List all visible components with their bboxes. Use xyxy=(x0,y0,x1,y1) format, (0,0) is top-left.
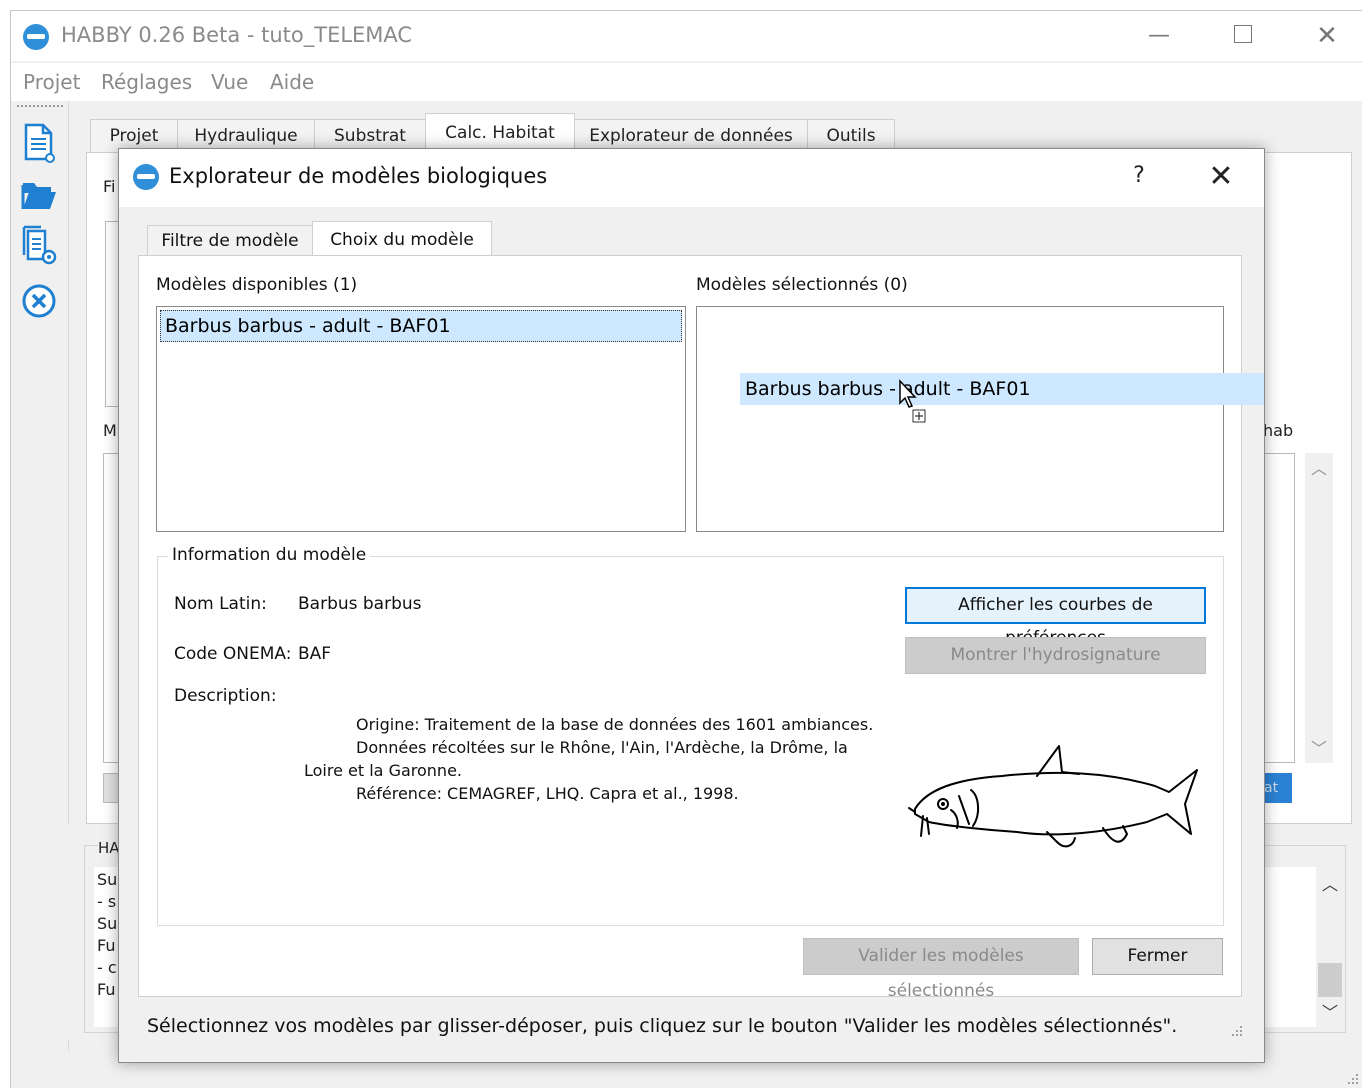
dialog-close-button[interactable]: ✕ xyxy=(1206,159,1236,194)
fish-illustration-icon xyxy=(908,745,1198,848)
menu-aide[interactable]: Aide xyxy=(270,70,314,94)
document-preview-icon[interactable] xyxy=(21,225,57,265)
description-line: Loire et la Garonne. xyxy=(304,761,462,780)
main-resize-grip-icon[interactable] xyxy=(1344,1072,1360,1086)
habby-logo-icon xyxy=(23,24,49,50)
selected-models-list[interactable] xyxy=(696,306,1224,532)
log-line: - c xyxy=(97,958,117,977)
log-title: HA xyxy=(98,839,120,857)
menu-vue[interactable]: Vue xyxy=(211,70,248,94)
close-dialog-button[interactable]: Fermer xyxy=(1092,938,1223,975)
log-scrollbar[interactable]: ︿ ﹀ xyxy=(1316,867,1344,1027)
drag-copy-icon xyxy=(912,409,926,423)
scroll-up-icon[interactable]: ︿ xyxy=(1305,455,1333,479)
window-title: HABBY 0.26 Beta - tuto_TELEMAC xyxy=(61,23,413,47)
close-circle-icon[interactable] xyxy=(21,281,57,321)
maximize-icon xyxy=(1234,25,1252,43)
scroll-up-icon[interactable]: ︿ xyxy=(1316,871,1344,895)
toolbar-grip[interactable] xyxy=(17,105,63,107)
new-document-icon[interactable] xyxy=(21,123,57,163)
description-label: Description: xyxy=(174,686,277,706)
dialog-title: Explorateur de modèles biologiques xyxy=(169,164,548,188)
log-line: Fu xyxy=(97,936,116,955)
main-titlebar: HABBY 0.26 Beta - tuto_TELEMAC — ✕ xyxy=(11,11,1362,61)
group-title: Information du modèle xyxy=(168,545,371,565)
menu-bar: Projet Réglages Vue Aide xyxy=(11,63,1362,101)
validate-selected-models-button[interactable]: Valider les modèles sélectionnés xyxy=(803,938,1079,1001)
list-item[interactable]: Barbus barbus - adult - BAF01 xyxy=(160,310,682,342)
log-line: Su xyxy=(97,870,118,889)
show-preference-curves-button[interactable]: Afficher les courbes de préférences xyxy=(905,587,1206,648)
bg-label-hab: hab xyxy=(1263,421,1294,440)
available-models-label: Modèles disponibles (1) xyxy=(156,275,358,295)
drag-ghost-item: Barbus barbus - adult - BAF01 xyxy=(740,373,1264,405)
latin-name-label: Nom Latin: xyxy=(174,594,267,614)
onema-code-label: Code ONEMA: xyxy=(174,644,292,664)
show-hydrosignature-button[interactable]: Montrer l'hydrosignature xyxy=(905,637,1206,674)
tab-filtre-de-modele[interactable]: Filtre de modèle xyxy=(147,225,313,257)
available-models-list[interactable]: Barbus barbus - adult - BAF01 xyxy=(156,306,686,532)
description-line: Origine: Traitement de la base de donnée… xyxy=(356,715,874,734)
log-scroll-thumb[interactable] xyxy=(1318,963,1342,997)
side-toolbar xyxy=(11,101,69,1051)
status-hint: Sélectionnez vos modèles par glisser-dép… xyxy=(147,1015,1178,1037)
minimize-button[interactable]: — xyxy=(1139,19,1179,53)
help-button[interactable]: ? xyxy=(1127,163,1151,188)
close-window-button[interactable]: ✕ xyxy=(1307,19,1347,53)
log-line: Fu xyxy=(97,980,116,999)
maximize-button[interactable] xyxy=(1223,19,1263,53)
log-line: Su xyxy=(97,914,118,933)
latin-name-value: Barbus barbus xyxy=(298,594,422,614)
scroll-down-icon[interactable]: ﹀ xyxy=(1305,735,1333,759)
selected-models-label: Modèles sélectionnés (0) xyxy=(696,275,908,295)
menu-projet[interactable]: Projet xyxy=(23,70,80,94)
mouse-cursor-icon xyxy=(899,379,917,408)
description-line: Référence: CEMAGREF, LHQ. Capra et al., … xyxy=(356,784,739,803)
model-explorer-dialog: Explorateur de modèles biologiques ? ✕ F… xyxy=(118,148,1265,1063)
open-folder-icon[interactable] xyxy=(21,173,57,213)
log-line: - s xyxy=(97,892,117,911)
dialog-titlebar: Explorateur de modèles biologiques ? ✕ xyxy=(119,149,1264,207)
resize-grip-icon[interactable] xyxy=(1227,1023,1245,1041)
bg-label-f: Fi xyxy=(103,177,116,196)
onema-code-value: BAF xyxy=(298,644,332,664)
choix-du-modele-panel: Modèles disponibles (1) Barbus barbus - … xyxy=(138,255,1242,1001)
menu-reglages[interactable]: Réglages xyxy=(101,70,192,94)
scroll-down-icon[interactable]: ﹀ xyxy=(1316,999,1344,1023)
tab-choix-du-modele[interactable]: Choix du modèle xyxy=(312,221,492,259)
habby-logo-icon xyxy=(133,164,159,190)
tab-calc-habitat[interactable]: Calc. Habitat xyxy=(425,113,575,153)
bg-scrollbar[interactable]: ︿ ﹀ xyxy=(1305,453,1333,763)
description-line: Données récoltées sur le Rhône, l'Ain, l… xyxy=(356,738,848,757)
bg-label-m: M xyxy=(103,421,117,440)
